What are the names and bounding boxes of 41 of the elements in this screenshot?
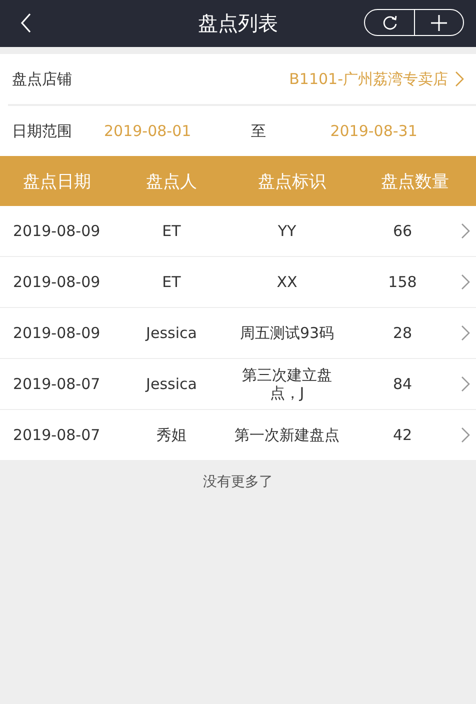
count-cell-text: 66 bbox=[392, 222, 414, 240]
date-cell-text: 2019-08-07 bbox=[12, 426, 102, 444]
store-value[interactable]: B1101-广州荔湾专卖店 bbox=[289, 70, 448, 88]
column-header: 盘点数量 bbox=[380, 170, 450, 192]
count-cell-text: 42 bbox=[392, 426, 414, 444]
date-cell-text: 2019-08-07 bbox=[12, 375, 102, 393]
refresh-icon bbox=[382, 14, 398, 30]
date-cell-text: 2019-08-09 bbox=[12, 273, 102, 291]
person-cell-text: ET bbox=[161, 273, 182, 291]
person-cell-text: Jessica bbox=[144, 375, 198, 393]
count-cell-text: 28 bbox=[392, 324, 414, 342]
date-cell-text: 2019-08-09 bbox=[12, 222, 102, 240]
no-more-text: 没有更多了 bbox=[203, 474, 273, 490]
chevron-right-icon bbox=[454, 71, 464, 87]
person-cell-text: Jessica bbox=[144, 324, 198, 342]
person-cell-text: ET bbox=[161, 222, 182, 240]
date-cell-text: 2019-08-09 bbox=[12, 324, 102, 342]
column-header: 盘点人 bbox=[145, 170, 198, 192]
chevron-right-icon bbox=[460, 274, 470, 290]
chevron-right-icon bbox=[460, 427, 470, 443]
page-title: 盘点列表 bbox=[198, 10, 278, 37]
tag-cell-text: 周五测试93码 bbox=[238, 324, 336, 342]
chevron-right-icon bbox=[460, 376, 470, 392]
end-date[interactable]: 2019-08-31 bbox=[330, 122, 418, 140]
tag-cell-text: 第一次新建盘点 bbox=[234, 426, 340, 444]
column-header: 盘点标识 bbox=[257, 170, 327, 192]
start-date[interactable]: 2019-08-01 bbox=[104, 122, 192, 140]
chevron-right-icon bbox=[460, 223, 470, 239]
tag-cell-text: YY bbox=[276, 222, 298, 240]
tag-cell-text: 第三次建立盘点，J bbox=[241, 366, 333, 402]
chevron-right-icon bbox=[460, 325, 470, 341]
plus-icon bbox=[430, 14, 448, 32]
back-icon[interactable] bbox=[20, 13, 32, 33]
column-header: 盘点日期 bbox=[22, 170, 92, 192]
count-cell-text: 84 bbox=[392, 375, 414, 393]
tag-cell-text: XX bbox=[276, 273, 298, 291]
date-separator: 至 bbox=[251, 122, 266, 140]
store-label: 盘点店铺 bbox=[12, 70, 72, 88]
person-cell-text: 秀姐 bbox=[156, 426, 188, 444]
date-range-label: 日期范围 bbox=[12, 122, 72, 140]
count-cell-text: 158 bbox=[387, 273, 418, 291]
